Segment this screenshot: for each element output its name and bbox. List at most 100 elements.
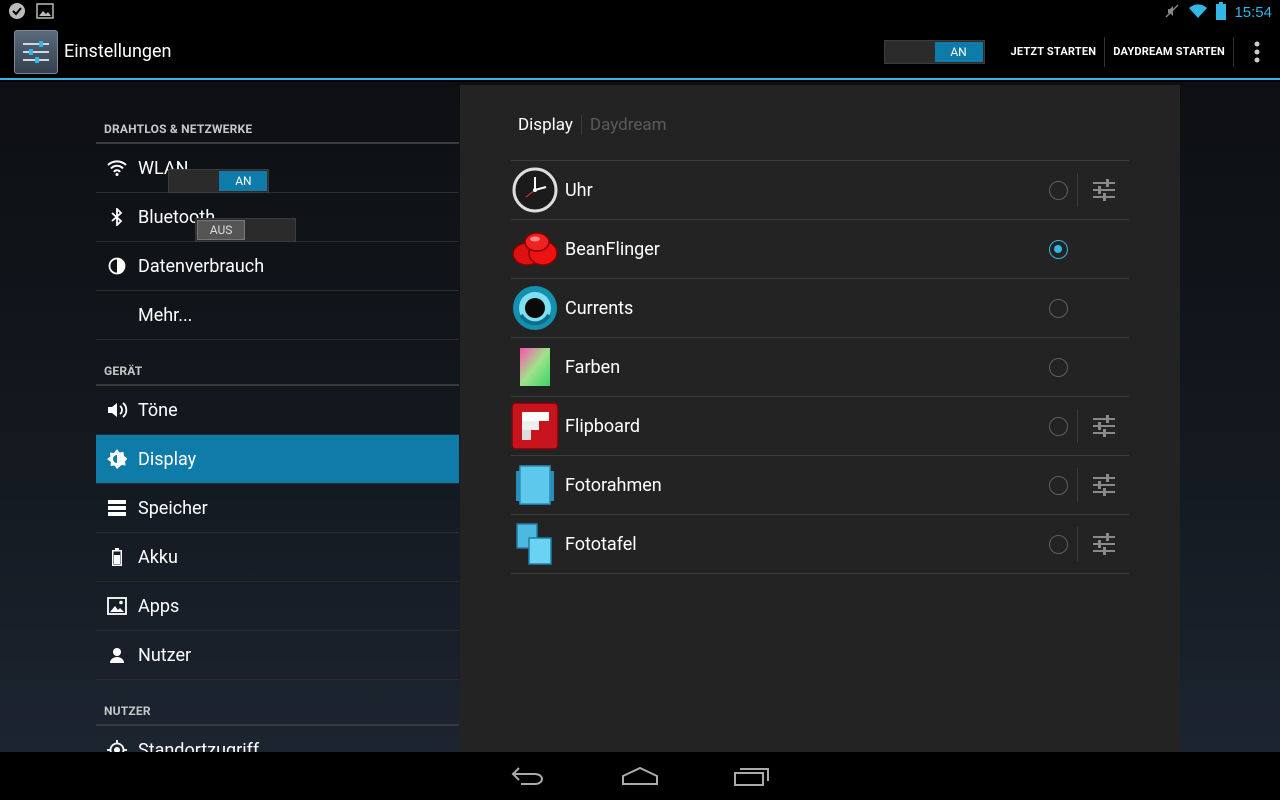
select-radio[interactable] [1049, 358, 1068, 377]
daydream-item-currents[interactable]: Currents [511, 279, 1129, 338]
settings-app-icon[interactable] [14, 29, 58, 74]
photo-table-icon [511, 520, 559, 568]
clock-time: 15:54 [1234, 4, 1272, 21]
select-radio[interactable] [1049, 181, 1068, 200]
overflow-menu-icon[interactable] [1234, 24, 1280, 79]
daydream-label: BeanFlinger [565, 238, 660, 260]
section-header-users: NUTZER [96, 680, 459, 726]
sidebar-item-label: Datenverbrauch [138, 255, 265, 277]
photo-frame-icon [511, 461, 559, 509]
user-icon [96, 647, 138, 663]
daydream-panel: Display Daydream Uhr BeanFlinger Current… [460, 85, 1180, 752]
daydream-item-photo-frame[interactable]: Fotorahmen [511, 456, 1129, 515]
sidebar-item-label: Speicher [138, 497, 208, 519]
start-daydream-button[interactable]: DAYDREAM STARTEN [1105, 36, 1234, 67]
daydream-list: Uhr BeanFlinger Currents Farben Flipboar… [511, 160, 1129, 574]
navigation-bar [0, 752, 1280, 800]
row-divider [1077, 409, 1078, 443]
wifi-icon [96, 160, 138, 176]
sidebar-item-storage[interactable]: Speicher [96, 484, 459, 533]
apps-icon [96, 597, 138, 615]
daydream-label: Farben [565, 356, 621, 378]
flipboard-icon [511, 402, 559, 450]
section-header-device: GERÄT [96, 340, 459, 386]
daydream-item-beanflinger[interactable]: BeanFlinger [511, 220, 1129, 279]
start-now-button[interactable]: JETZT STARTEN [1003, 36, 1106, 67]
recent-apps-icon[interactable] [732, 761, 772, 791]
sidebar-item-label: Display [138, 448, 197, 470]
toggle-label: AUS [197, 220, 246, 240]
select-radio[interactable] [1049, 417, 1068, 436]
settings-list: DRAHTLOS & NETZWERKE WLAN AN Bluetooth A… [96, 82, 459, 752]
gallery-icon [36, 2, 54, 23]
daydream-label: Fototafel [565, 533, 637, 555]
sidebar-item-display[interactable]: Display [96, 435, 459, 484]
daydream-label: Flipboard [565, 415, 641, 437]
daydream-item-photo-table[interactable]: Fototafel [511, 515, 1129, 574]
home-icon[interactable] [620, 761, 660, 791]
daydream-item-colors[interactable]: Farben [511, 338, 1129, 397]
back-icon[interactable] [508, 761, 548, 791]
daydream-label: Currents [565, 297, 634, 319]
select-radio[interactable] [1049, 240, 1068, 259]
settings-sliders-icon[interactable] [1091, 413, 1117, 439]
location-icon [96, 740, 138, 752]
sidebar-item-label: Apps [138, 595, 180, 617]
sidebar-item-users[interactable]: Nutzer [96, 631, 459, 680]
row-divider [1077, 173, 1078, 207]
muted-icon [1164, 3, 1180, 23]
sidebar-item-label: Mehr... [138, 304, 193, 326]
currents-icon [511, 284, 559, 332]
bluetooth-icon [96, 208, 138, 226]
daydream-item-flipboard[interactable]: Flipboard [511, 397, 1129, 456]
daydream-label: Uhr [565, 179, 593, 201]
sidebar-item-label: Töne [138, 399, 178, 421]
main-area: DRAHTLOS & NETZWERKE WLAN AN Bluetooth A… [0, 82, 1280, 752]
breadcrumb-daydream: Daydream [589, 115, 667, 135]
sidebar-item-label: Standortzugriff [138, 739, 260, 753]
battery-icon [96, 548, 138, 566]
breadcrumb: Display Daydream [518, 115, 667, 135]
row-divider [1077, 468, 1078, 502]
page-title: Einstellungen [64, 41, 172, 62]
daydream-label: Fotorahmen [565, 474, 662, 496]
sidebar-item-wlan[interactable]: WLAN AN [96, 144, 459, 193]
select-radio[interactable] [1049, 476, 1068, 495]
sound-icon [96, 401, 138, 419]
settings-sliders-icon[interactable] [1091, 531, 1117, 557]
sidebar-item-more[interactable]: Mehr... [96, 291, 459, 340]
clock-icon [511, 166, 559, 214]
breadcrumb-display[interactable]: Display [518, 115, 573, 135]
daydream-item-clock[interactable]: Uhr [511, 161, 1129, 220]
jellybean-icon [511, 225, 559, 273]
sidebar-item-label: Akku [138, 546, 178, 568]
sidebar-item-sound[interactable]: Töne [96, 386, 459, 435]
sidebar-item-bluetooth[interactable]: Bluetooth AUS [96, 193, 459, 242]
sidebar-item-battery[interactable]: Akku [96, 533, 459, 582]
battery-status-icon [1216, 1, 1227, 24]
task-done-icon [8, 2, 26, 24]
daydream-master-toggle[interactable]: AN [883, 39, 985, 64]
settings-sliders-icon[interactable] [1091, 177, 1117, 203]
select-radio[interactable] [1049, 535, 1068, 554]
bluetooth-toggle[interactable]: AUS [195, 218, 297, 242]
wifi-status-icon [1188, 3, 1208, 23]
status-bar: 15:54 [0, 0, 1280, 25]
storage-icon [96, 500, 138, 516]
settings-sliders-icon[interactable] [1091, 472, 1117, 498]
toggle-label: AN [219, 171, 268, 191]
sidebar-item-apps[interactable]: Apps [96, 582, 459, 631]
toggle-label: AN [934, 41, 983, 62]
sidebar-item-data-usage[interactable]: Datenverbrauch [96, 242, 459, 291]
sidebar-item-location[interactable]: Standortzugriff [96, 726, 459, 752]
colors-icon [511, 343, 559, 391]
wlan-toggle[interactable]: AN [168, 169, 270, 193]
action-bar: Einstellungen AN JETZT STARTEN DAYDREAM … [0, 25, 1280, 80]
data-usage-icon [96, 257, 138, 275]
section-header-wireless: DRAHTLOS & NETZWERKE [96, 82, 459, 144]
select-radio[interactable] [1049, 299, 1068, 318]
brightness-icon [96, 449, 138, 469]
sidebar-item-label: Nutzer [138, 644, 192, 666]
row-divider [1077, 527, 1078, 561]
breadcrumb-separator [580, 115, 582, 135]
